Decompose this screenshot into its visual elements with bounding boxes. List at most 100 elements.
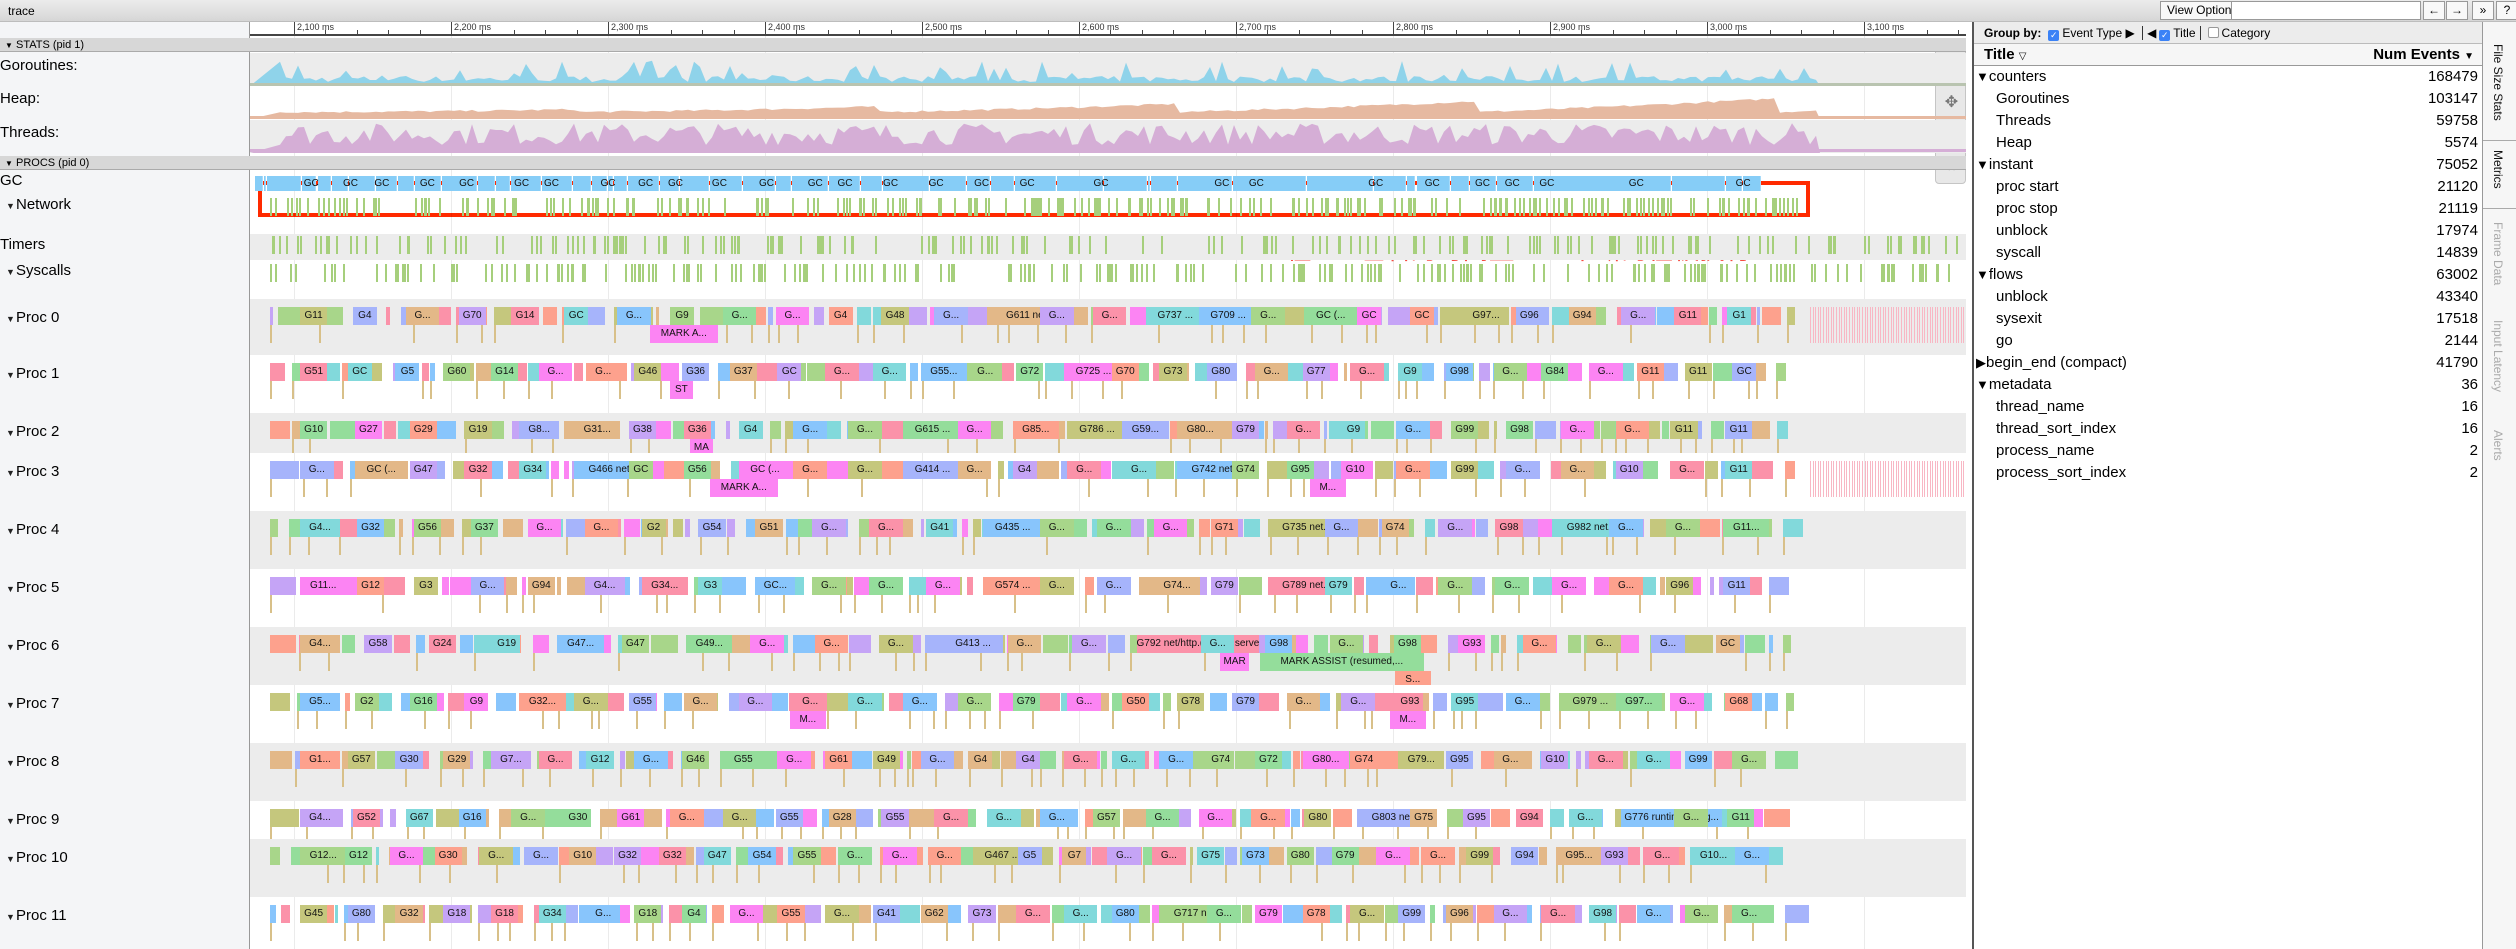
event-mark[interactable] bbox=[1048, 198, 1051, 216]
goroutine-slice[interactable] bbox=[756, 809, 774, 827]
event-mark[interactable] bbox=[771, 236, 774, 254]
event-mark[interactable] bbox=[1073, 198, 1076, 216]
event-mark[interactable] bbox=[594, 236, 597, 254]
stats-table-row[interactable]: syscall 14839 bbox=[1974, 242, 2482, 264]
goroutine-slice[interactable] bbox=[906, 751, 912, 769]
event-mark[interactable] bbox=[1934, 461, 1936, 497]
goroutine-slice[interactable]: G... bbox=[957, 421, 992, 439]
goroutine-slice[interactable]: G... bbox=[793, 693, 827, 711]
event-mark[interactable] bbox=[1141, 198, 1144, 216]
goroutine-slice[interactable]: G... bbox=[1396, 461, 1430, 479]
goroutine-slice[interactable]: G... bbox=[1568, 809, 1603, 827]
event-mark[interactable] bbox=[466, 198, 469, 216]
goroutine-slice[interactable] bbox=[1755, 363, 1767, 381]
event-mark[interactable] bbox=[1824, 264, 1827, 282]
event-mark[interactable] bbox=[1838, 461, 1840, 497]
goroutine-slice[interactable] bbox=[1430, 905, 1436, 923]
event-mark[interactable] bbox=[1914, 307, 1915, 343]
goroutine-slice[interactable]: G11... bbox=[300, 577, 347, 595]
goroutine-slice[interactable]: G60 bbox=[443, 363, 471, 381]
event-mark[interactable] bbox=[1434, 198, 1437, 216]
event-mark[interactable] bbox=[1152, 264, 1155, 282]
event-mark[interactable] bbox=[1033, 264, 1036, 282]
goroutine-slice[interactable]: G32 bbox=[464, 461, 492, 479]
event-mark[interactable] bbox=[279, 236, 282, 254]
event-mark[interactable] bbox=[1934, 307, 1936, 343]
proc-label[interactable]: ▼Proc 1 bbox=[2, 365, 59, 382]
event-mark[interactable] bbox=[597, 198, 600, 216]
event-mark[interactable] bbox=[1911, 461, 1913, 497]
event-mark[interactable] bbox=[939, 198, 942, 216]
event-mark[interactable] bbox=[1823, 307, 1824, 343]
event-mark[interactable] bbox=[1451, 236, 1454, 254]
event-mark[interactable] bbox=[1248, 198, 1251, 216]
event-mark[interactable] bbox=[1955, 461, 1957, 497]
goroutine-slice[interactable]: G80 bbox=[347, 905, 375, 923]
event-mark[interactable] bbox=[1830, 307, 1832, 343]
goroutine-slice[interactable]: G... bbox=[586, 905, 621, 923]
event-mark[interactable] bbox=[319, 236, 322, 254]
goroutine-slice[interactable] bbox=[270, 363, 286, 381]
goroutine-slice[interactable] bbox=[1601, 421, 1615, 439]
goroutine-slice[interactable]: G72 bbox=[1254, 751, 1283, 769]
event-mark[interactable] bbox=[1888, 461, 1889, 497]
goroutine-slice[interactable] bbox=[1538, 847, 1547, 865]
event-mark[interactable] bbox=[1431, 198, 1434, 216]
goroutine-slice[interactable]: G... bbox=[1122, 461, 1156, 479]
goroutine-slice[interactable] bbox=[1107, 635, 1126, 653]
goroutine-slice[interactable]: G2 bbox=[354, 693, 379, 711]
goroutine-slice[interactable] bbox=[684, 519, 691, 537]
goroutine-slice[interactable]: G80 bbox=[1111, 905, 1139, 923]
counter-track-threads[interactable] bbox=[250, 120, 1966, 153]
goroutine-slice[interactable] bbox=[1035, 461, 1060, 479]
event-mark[interactable] bbox=[1218, 198, 1221, 216]
event-mark[interactable] bbox=[1854, 461, 1856, 497]
goroutine-slice[interactable]: GC (... bbox=[354, 461, 408, 479]
goroutine-slice[interactable]: G67 bbox=[405, 809, 433, 827]
goroutine-slice[interactable]: G49 bbox=[872, 751, 901, 769]
goroutine-slice[interactable]: G2 bbox=[641, 519, 666, 537]
event-mark[interactable] bbox=[1571, 198, 1574, 216]
goroutine-slice[interactable]: G55 bbox=[881, 809, 909, 827]
proc-label[interactable]: ▼Proc 4 bbox=[2, 521, 59, 538]
goroutine-slice[interactable] bbox=[769, 421, 782, 439]
event-mark[interactable] bbox=[461, 198, 464, 216]
goroutine-slice[interactable] bbox=[375, 847, 380, 865]
event-mark[interactable] bbox=[1901, 307, 1902, 343]
goroutine-slice[interactable] bbox=[1476, 519, 1489, 537]
goroutine-slice[interactable]: G77 bbox=[1302, 363, 1330, 381]
event-mark[interactable] bbox=[673, 264, 676, 282]
event-mark[interactable] bbox=[849, 198, 852, 216]
goroutine-slice[interactable]: G80 bbox=[1304, 809, 1332, 827]
event-mark[interactable] bbox=[851, 236, 854, 254]
event-mark[interactable] bbox=[384, 264, 387, 282]
event-mark[interactable] bbox=[1265, 236, 1268, 254]
event-mark[interactable] bbox=[1859, 264, 1862, 282]
goroutine-slice[interactable]: G14 bbox=[511, 307, 539, 325]
event-mark[interactable] bbox=[1375, 236, 1378, 254]
event-mark[interactable] bbox=[331, 264, 334, 282]
event-mark[interactable] bbox=[1683, 264, 1686, 282]
event-mark[interactable] bbox=[1958, 307, 1960, 343]
goroutine-slice[interactable]: G74 bbox=[1381, 519, 1409, 537]
event-mark[interactable] bbox=[1270, 264, 1273, 282]
event-mark[interactable] bbox=[1877, 307, 1879, 343]
event-mark[interactable] bbox=[1430, 264, 1433, 282]
goroutine-slice[interactable]: G435 ... bbox=[983, 519, 1043, 537]
mark-assist-slice[interactable]: M... bbox=[1390, 711, 1426, 729]
goroutine-slice[interactable] bbox=[1244, 519, 1260, 537]
goroutine-slice[interactable]: G78 bbox=[1302, 905, 1330, 923]
event-mark[interactable] bbox=[356, 236, 359, 254]
goroutine-slice[interactable]: G4 bbox=[828, 307, 853, 325]
proc-track[interactable]: G12... G12 G... G30 G... G... G10 G32 G32 G47 G54 G… bbox=[250, 839, 1966, 897]
mark-assist-slice[interactable]: MARK A... bbox=[650, 325, 718, 343]
goroutine-slice[interactable]: G... bbox=[1438, 577, 1473, 595]
event-mark[interactable] bbox=[800, 236, 803, 254]
goroutine-slice[interactable] bbox=[1764, 809, 1791, 827]
goroutine-slice[interactable]: G80 bbox=[1286, 847, 1314, 865]
event-mark[interactable] bbox=[1344, 198, 1347, 216]
event-mark[interactable] bbox=[1828, 307, 1830, 343]
goroutine-slice[interactable]: G95 bbox=[1286, 461, 1314, 479]
event-mark[interactable] bbox=[1416, 264, 1419, 282]
goroutine-slice[interactable]: G55 bbox=[729, 751, 757, 769]
